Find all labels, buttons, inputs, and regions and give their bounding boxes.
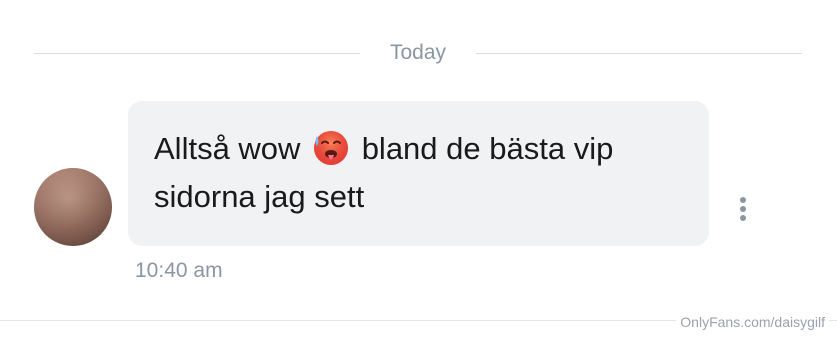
hot-face-emoji-icon xyxy=(314,131,349,165)
watermark: OnlyFans.com/daisygilf xyxy=(676,312,829,332)
more-vertical-icon-dot xyxy=(740,206,746,212)
date-label: Today xyxy=(389,41,447,64)
sender-avatar[interactable] xyxy=(34,168,112,246)
more-vertical-icon-dot xyxy=(740,215,746,221)
divider-line-right xyxy=(476,53,802,54)
date-divider: Today xyxy=(34,38,802,68)
message-text-start: Alltså wow xyxy=(154,131,301,166)
message-timestamp: 10:40 am xyxy=(135,259,223,282)
chat-view: Today Alltså wow bland de bästa vip sido… xyxy=(0,0,837,340)
more-vertical-icon xyxy=(740,197,746,203)
message-text: Alltså wow bland de bästa vip sidorna ja… xyxy=(154,125,683,221)
divider-line-left xyxy=(34,53,360,54)
more-options-button[interactable] xyxy=(733,193,753,225)
avatar-image xyxy=(34,168,112,246)
message-bubble[interactable]: Alltså wow bland de bästa vip sidorna ja… xyxy=(128,101,709,246)
